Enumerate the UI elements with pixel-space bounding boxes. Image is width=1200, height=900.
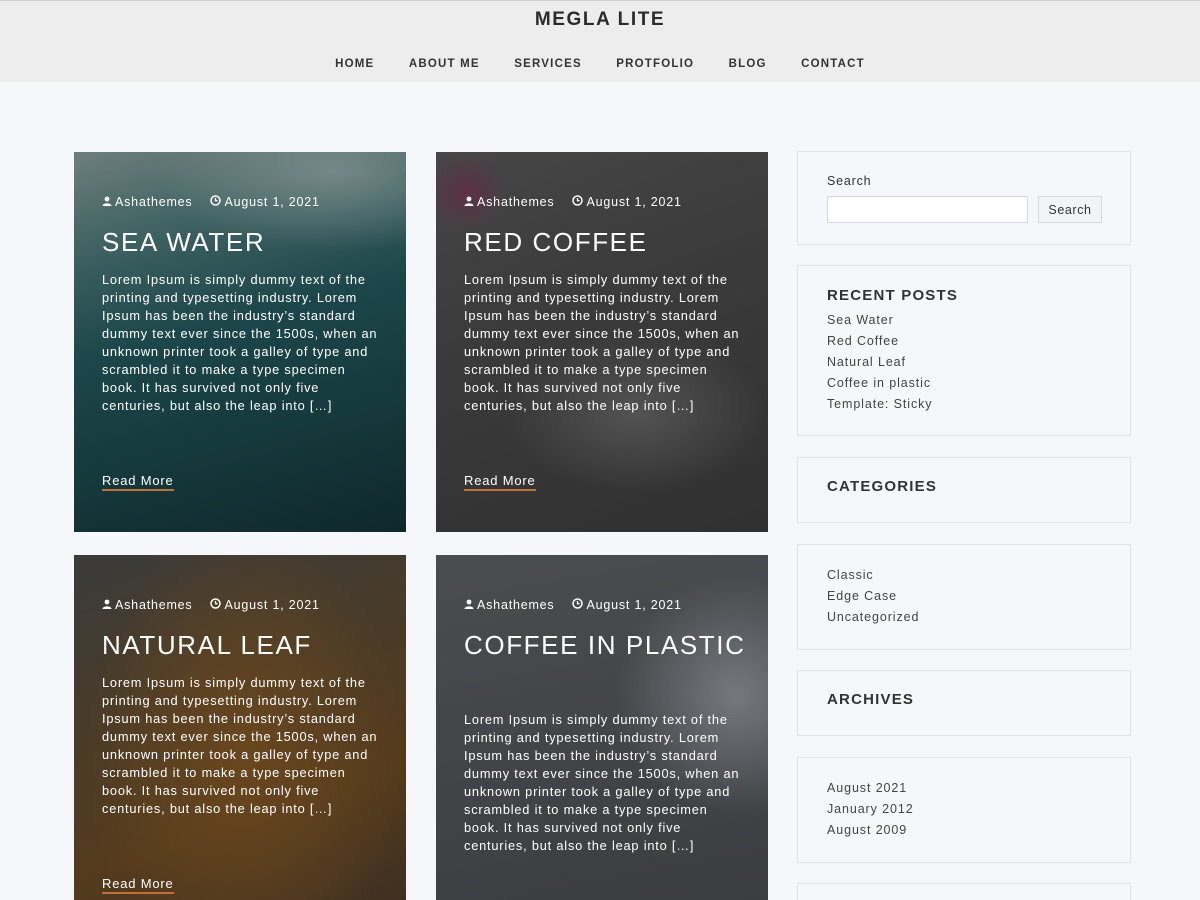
search-label: Search [827,174,872,188]
post-author[interactable]: Ashathemes [115,598,192,612]
recent-post-link[interactable]: Coffee in plastic [827,373,932,394]
recent-post-link[interactable]: Sea Water [827,310,932,331]
post-card-sea-water: Ashathemes August 1, 2021 SEA WATER Lorem… [74,152,406,532]
post-excerpt: Lorem Ipsum is simply dummy text of the … [464,712,740,853]
read-more-link[interactable]: Read More [102,876,174,894]
post-excerpt: Lorem Ipsum is simply dummy text of the … [102,675,378,816]
post-meta: Ashathemes August 1, 2021 [102,598,320,612]
post-date[interactable]: August 1, 2021 [586,598,681,612]
user-icon [102,598,112,612]
post-card-natural-leaf: Ashathemes August 1, 2021 NATURAL LEAF Lo… [74,555,406,900]
clock-icon [210,598,222,612]
nav-blog[interactable]: BLOG [729,58,767,70]
user-icon [464,195,474,209]
recent-post-link[interactable]: Red Coffee [827,331,932,352]
clock-icon [572,195,584,209]
recent-posts-title: RECENT POSTS [827,287,959,304]
archives-title-widget: ARCHIVES [797,670,1131,736]
archives-widget: August 2021 January 2012 August 2009 [797,757,1131,863]
nav-services[interactable]: SERVICES [514,58,582,70]
nav-contact[interactable]: CONTACT [801,58,865,70]
archive-link[interactable]: August 2009 [827,820,914,841]
post-author[interactable]: Ashathemes [477,598,554,612]
clock-icon [210,195,222,209]
post-card-coffee-in-plastic: Ashathemes August 1, 2021 COFFEE IN PLAST… [436,555,768,900]
post-author[interactable]: Ashathemes [115,195,192,209]
post-title[interactable]: NATURAL LEAF [102,627,392,664]
post-excerpt: Lorem Ipsum is simply dummy text of the … [464,272,740,413]
recent-post-link[interactable]: Template: Sticky [827,394,932,415]
archives-title: ARCHIVES [827,691,915,708]
search-input[interactable] [827,196,1028,223]
archive-link[interactable]: August 2021 [827,778,914,799]
search-widget: Search Search [797,151,1131,245]
post-title[interactable]: RED COFFEE [464,224,754,261]
post-date[interactable]: August 1, 2021 [224,598,319,612]
post-meta: Ashathemes August 1, 2021 [464,598,682,612]
recent-post-link[interactable]: Natural Leaf [827,352,932,373]
post-card-red-coffee: Ashathemes August 1, 2021 RED COFFEE Lore… [436,152,768,532]
post-excerpt: Lorem Ipsum is simply dummy text of the … [102,272,378,413]
clock-icon [572,598,584,612]
archive-link[interactable]: January 2012 [827,799,914,820]
post-date[interactable]: August 1, 2021 [586,195,681,209]
user-icon [102,195,112,209]
site-title[interactable]: MEGLA LITE [0,9,1200,31]
categories-title: CATEGORIES [827,478,938,495]
nav-protfolio[interactable]: PROTFOLIO [616,58,694,70]
read-more-link[interactable]: Read More [102,473,174,491]
post-author[interactable]: Ashathemes [477,195,554,209]
categories-widget: Classic Edge Case Uncategorized [797,544,1131,650]
recent-posts-widget: RECENT POSTS Sea Water Red Coffee Natura… [797,265,1131,436]
nav-home[interactable]: HOME [335,58,374,70]
category-link[interactable]: Uncategorized [827,607,919,628]
read-more-link[interactable]: Read More [464,473,536,491]
post-title[interactable]: COFFEE IN PLASTIC [464,627,754,664]
site-header: MEGLA LITE HOME ABOUT ME SERVICES PROTFO… [0,0,1200,82]
main-nav: HOME ABOUT ME SERVICES PROTFOLIO BLOG CO… [0,54,1200,72]
nav-about-me[interactable]: ABOUT ME [409,58,480,70]
category-link[interactable]: Classic [827,565,919,586]
post-meta: Ashathemes August 1, 2021 [102,195,320,209]
categories-title-widget: CATEGORIES [797,457,1131,523]
search-button[interactable]: Search [1038,196,1102,223]
post-title[interactable]: SEA WATER [102,224,392,261]
user-icon [464,598,474,612]
post-date[interactable]: August 1, 2021 [224,195,319,209]
category-link[interactable]: Edge Case [827,586,919,607]
post-meta: Ashathemes August 1, 2021 [464,195,682,209]
next-widget [797,883,1131,900]
